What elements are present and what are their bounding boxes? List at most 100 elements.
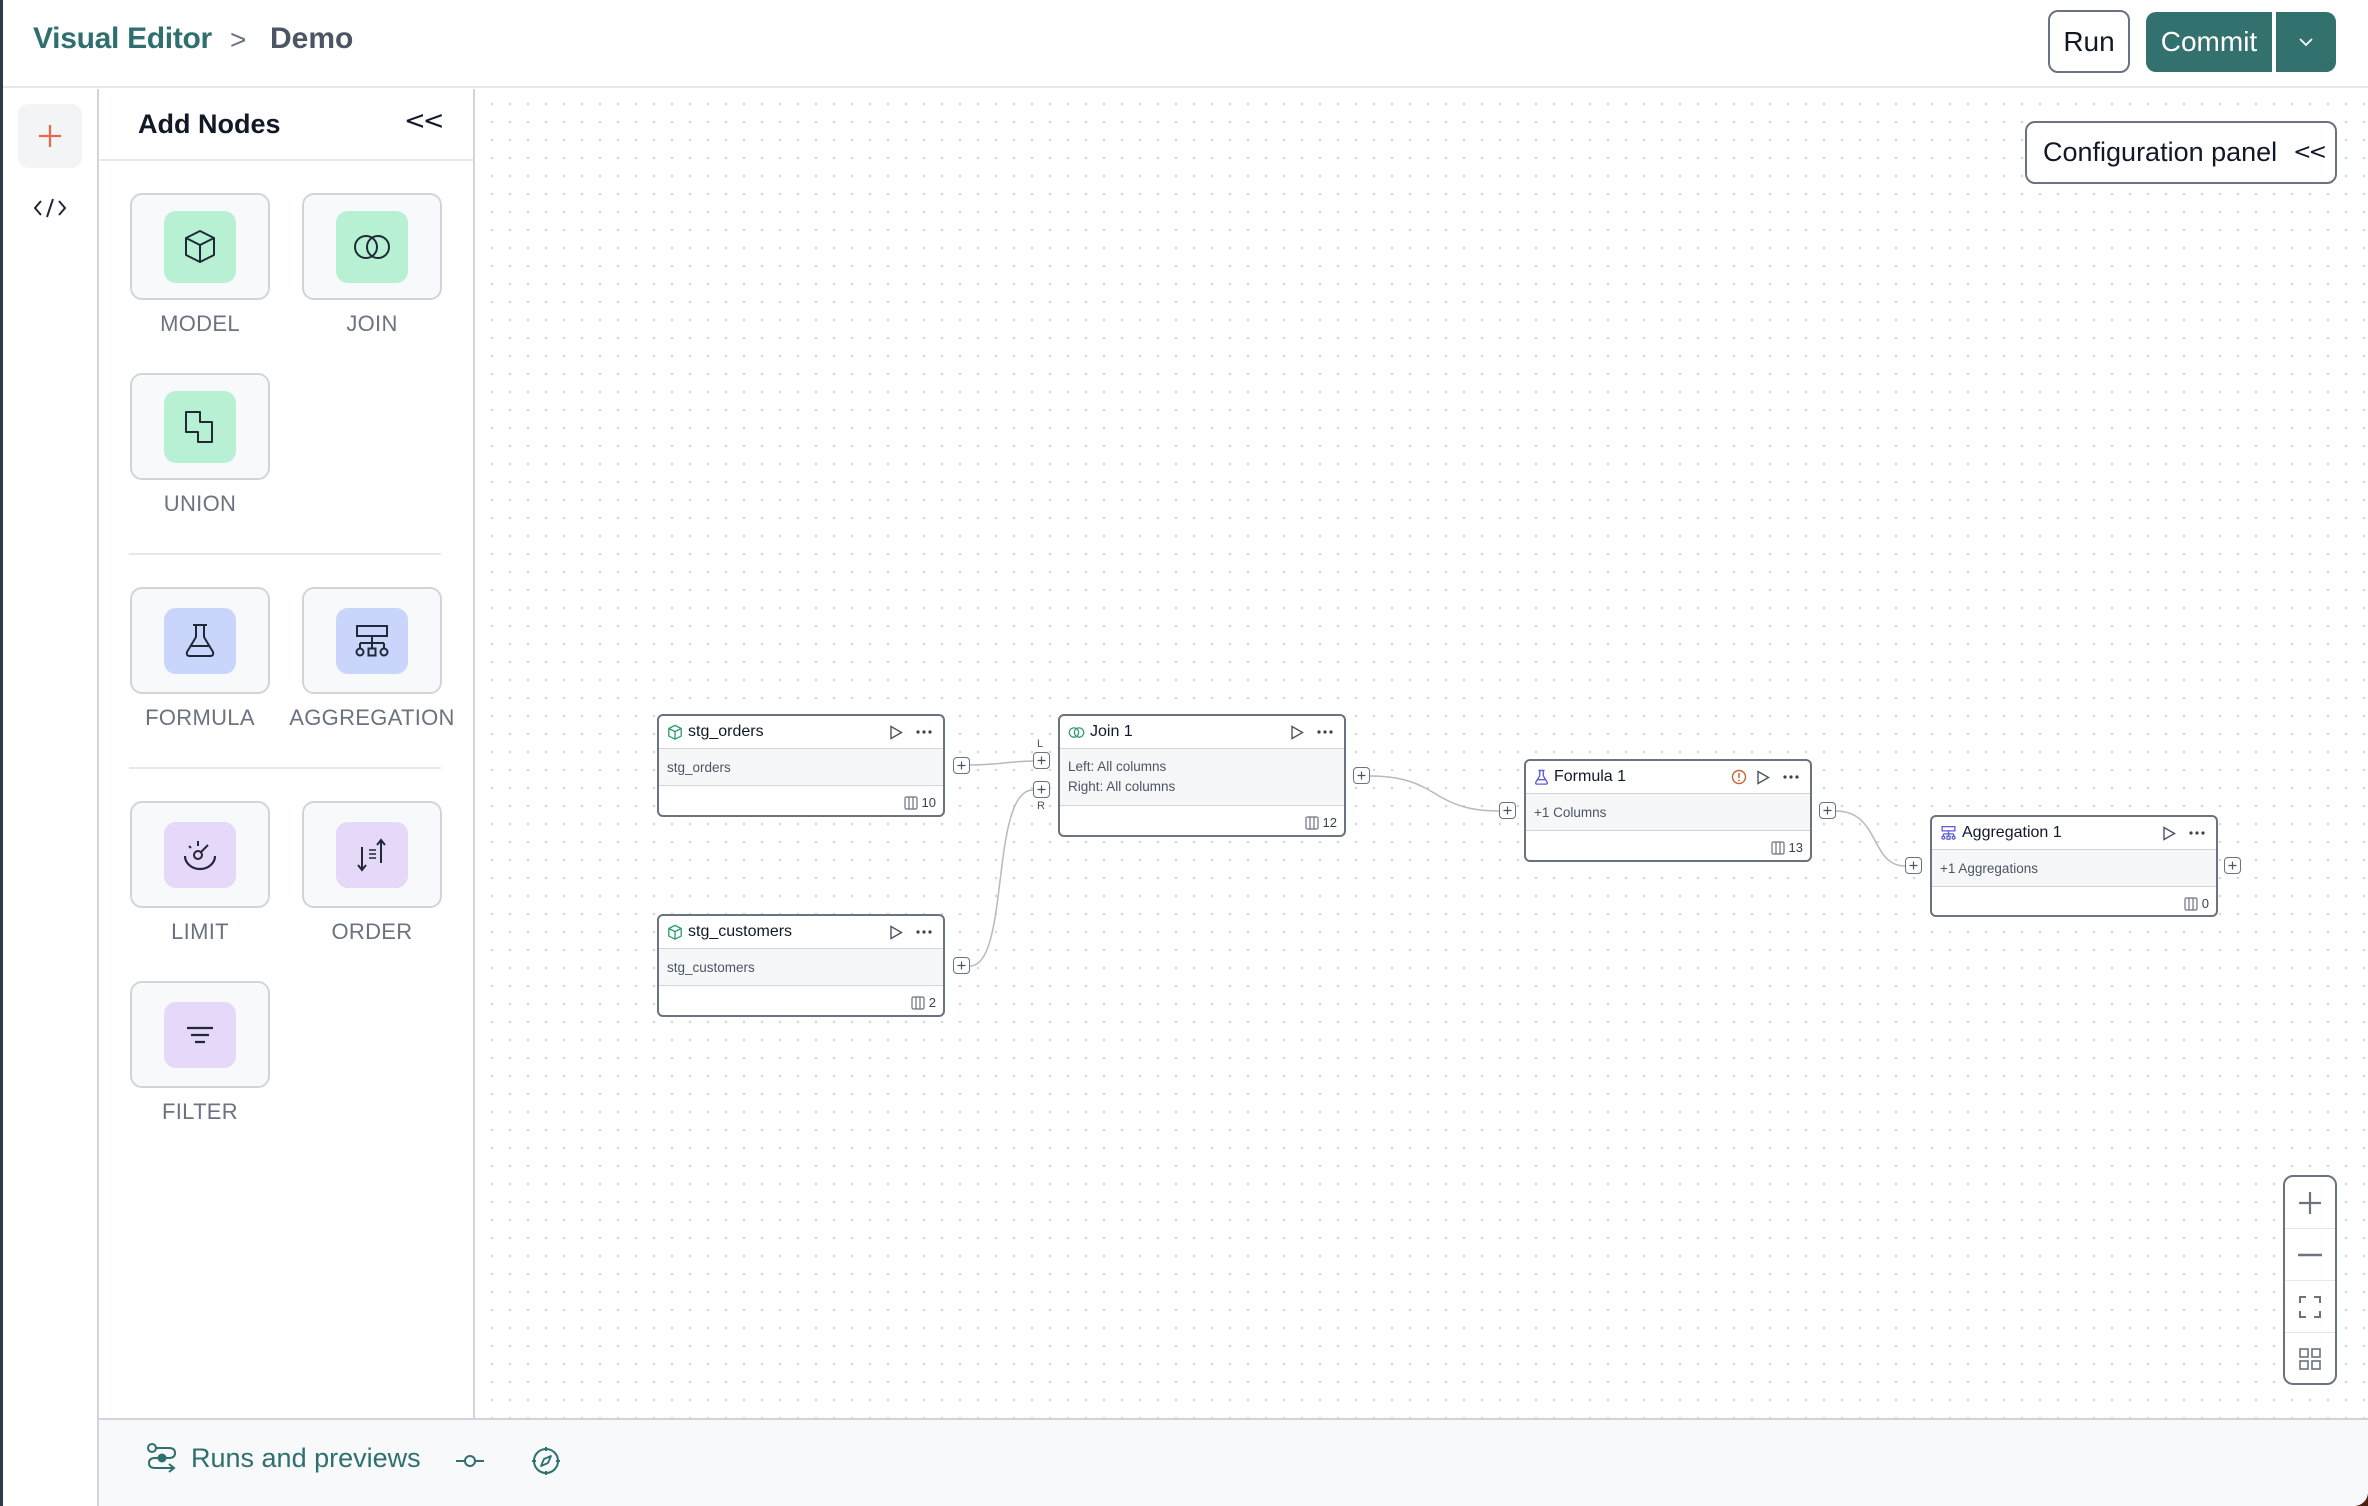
input-port-join-right[interactable]: [1033, 781, 1050, 798]
fit-view-icon: [2299, 1295, 2321, 1318]
plus-icon: [1357, 771, 1366, 780]
node-title: stg_orders: [688, 723, 764, 740]
breadcrumb-separator: >: [230, 24, 247, 55]
node-tile-union[interactable]: [130, 373, 270, 480]
collapse-panel-button[interactable]: <<: [404, 106, 445, 136]
configuration-panel-button[interactable]: Configuration panel <<: [2025, 121, 2337, 184]
node-footer: 12: [1060, 806, 1344, 835]
node-menu-button[interactable]: [913, 921, 935, 943]
node-title: Aggregation 1: [1962, 824, 2062, 841]
zoom-out-button[interactable]: [2285, 1229, 2335, 1281]
node-body-line: stg_customers: [667, 959, 755, 975]
icon-rail: [3, 89, 99, 1506]
node-body-line: stg_orders: [667, 759, 731, 775]
plus-icon: [1823, 806, 1832, 815]
zoom-in-button[interactable]: [2285, 1177, 2335, 1229]
play-icon: [2163, 825, 2176, 841]
node-tile-filter-label: FILTER: [162, 1099, 238, 1124]
node-stg-customers[interactable]: stg_customers stg_customers 2: [657, 914, 945, 1017]
plus-icon: [2299, 1191, 2321, 1214]
more-icon: [916, 930, 932, 934]
port-label-right: R: [1037, 800, 1045, 812]
input-port-aggregation-1[interactable]: [1905, 857, 1922, 874]
aggregation-icon-badge: [336, 607, 408, 674]
node-tile-join-label: JOIN: [346, 311, 398, 336]
canvas-zoom-controls: [2283, 1175, 2337, 1385]
run-node-button[interactable]: [1752, 766, 1774, 788]
node-tile-join[interactable]: [302, 193, 442, 300]
node-tile-aggregation[interactable]: [302, 587, 442, 694]
node-tile-limit[interactable]: [130, 801, 270, 908]
add-nodes-rail-button[interactable]: [18, 104, 82, 168]
flask-icon: [185, 623, 215, 657]
bottom-bar: Runs and previews: [99, 1418, 2368, 1506]
node-tile-order[interactable]: [302, 801, 442, 908]
union-icon: [185, 410, 213, 443]
commit-history-button[interactable]: [455, 1446, 485, 1481]
column-count: 2: [928, 995, 936, 1010]
node-menu-button[interactable]: [913, 721, 935, 743]
input-port-join-left[interactable]: [1033, 752, 1050, 769]
node-menu-button[interactable]: [1314, 721, 1336, 743]
compass-icon: [532, 1447, 560, 1475]
plus-icon: [2228, 861, 2237, 870]
model-icon-badge: [164, 210, 236, 283]
explore-button[interactable]: [531, 1446, 561, 1481]
column-count: 13: [1788, 840, 1803, 855]
more-icon: [916, 730, 932, 734]
input-port-formula-1[interactable]: [1499, 802, 1516, 819]
warning-indicator[interactable]: [1728, 766, 1750, 788]
minus-icon: [2298, 1253, 2322, 1256]
configuration-panel-label: Configuration panel: [2043, 137, 2278, 167]
output-port-stg-customers[interactable]: [953, 957, 970, 974]
play-icon: [1291, 724, 1304, 740]
output-port-join-1[interactable]: [1353, 767, 1370, 784]
run-node-button[interactable]: [885, 921, 907, 943]
add-nodes-panel: Add Nodes << MODEL JOIN UNION FORMULA AG…: [99, 89, 475, 1418]
node-header: Join 1: [1060, 716, 1344, 749]
node-tile-model[interactable]: [130, 193, 270, 300]
node-tile-formula[interactable]: [130, 587, 270, 694]
node-join-1[interactable]: Join 1 Left: All columns Right: All colu…: [1058, 714, 1346, 837]
columns-icon: [1770, 840, 1785, 855]
breadcrumb-visual-editor[interactable]: Visual Editor: [33, 22, 212, 56]
fit-view-button[interactable]: [2285, 1281, 2335, 1333]
commit-options-button[interactable]: [2274, 12, 2336, 72]
run-node-button[interactable]: [1286, 721, 1308, 743]
node-body: Left: All columns Right: All columns: [1060, 749, 1344, 806]
node-tile-model-label: MODEL: [160, 311, 240, 336]
run-node-button[interactable]: [885, 721, 907, 743]
runs-and-previews-button[interactable]: Runs and previews: [145, 1442, 421, 1474]
node-stg-orders[interactable]: stg_orders stg_orders 10: [657, 714, 945, 817]
node-header: stg_orders: [659, 716, 943, 749]
node-tile-filter[interactable]: [130, 981, 270, 1088]
limit-icon-badge: [164, 821, 236, 888]
node-menu-button[interactable]: [1780, 766, 1802, 788]
code-view-rail-button[interactable]: [18, 183, 82, 233]
node-body-line: Left: All columns: [1068, 759, 1167, 774]
run-node-button[interactable]: [2158, 822, 2180, 844]
node-footer: 13: [1526, 831, 1810, 860]
node-tile-union-label: UNION: [163, 491, 237, 516]
commit-button[interactable]: Commit: [2146, 12, 2272, 72]
join-icon: [354, 234, 390, 259]
node-body-line: Right: All columns: [1068, 779, 1176, 794]
layout-grid-button[interactable]: [2285, 1333, 2335, 1383]
run-button[interactable]: Run: [2048, 10, 2130, 73]
output-port-stg-orders[interactable]: [953, 757, 970, 774]
output-port-formula-1[interactable]: [1819, 802, 1836, 819]
node-formula-1[interactable]: Formula 1 +1 Columns 13: [1524, 759, 1812, 862]
output-port-aggregation-1[interactable]: [2224, 857, 2241, 874]
port-label-left: L: [1037, 738, 1044, 750]
node-body: +1 Aggregations: [1932, 850, 2216, 887]
plus-icon: [1037, 756, 1046, 765]
flask-icon: [1535, 769, 1548, 785]
plus-icon: [1503, 806, 1512, 815]
node-menu-button[interactable]: [2186, 822, 2208, 844]
node-aggregation-1[interactable]: Aggregation 1 +1 Aggregations 0: [1930, 815, 2218, 917]
node-footer: 2: [659, 986, 943, 1015]
plus-icon: [39, 125, 61, 147]
node-footer: 0: [1932, 887, 2216, 915]
columns-icon: [2184, 896, 2198, 911]
more-icon: [2189, 831, 2205, 835]
